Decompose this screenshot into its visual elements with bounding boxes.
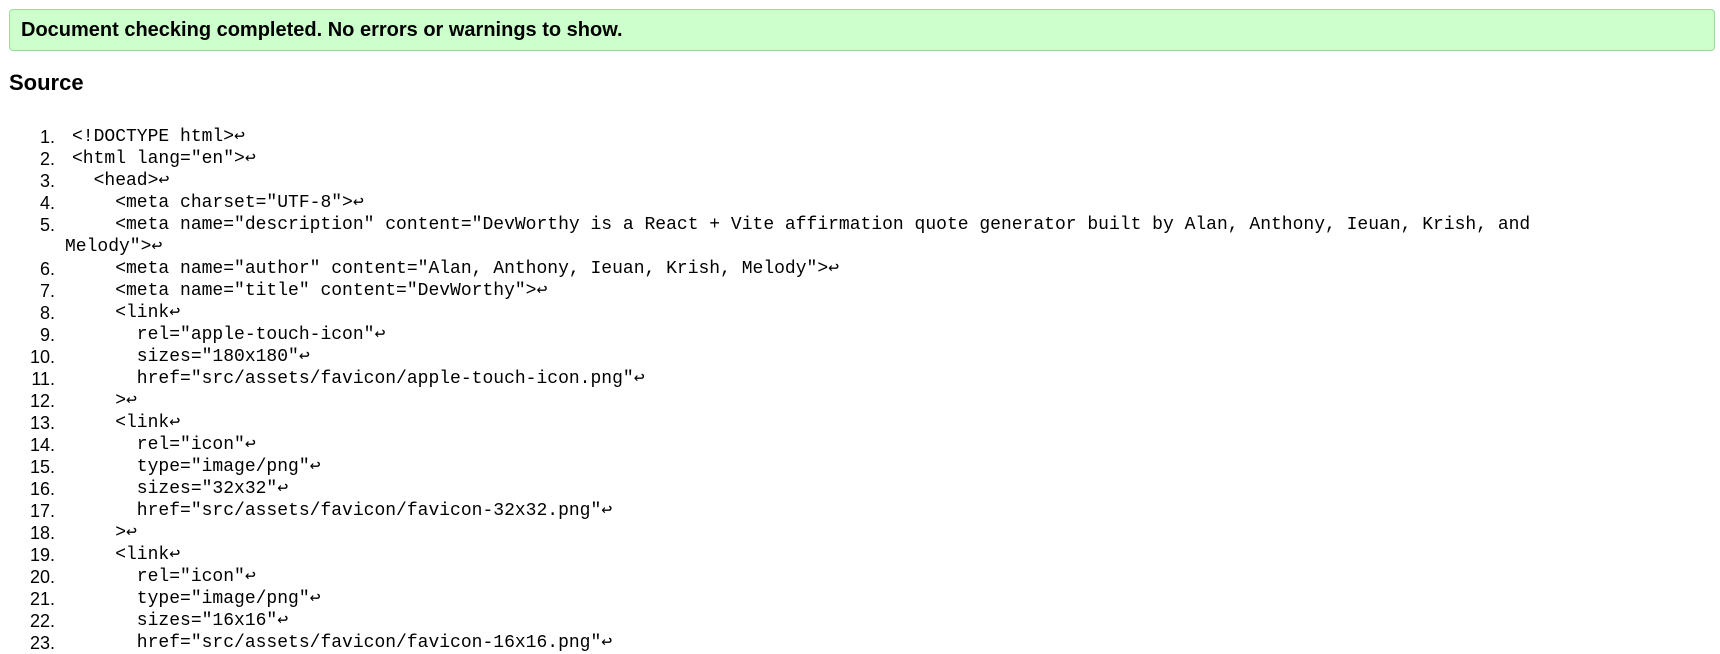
line-number: 10. bbox=[29, 347, 55, 367]
line-number: 1. bbox=[39, 127, 55, 147]
line-code: href="src/assets/favicon/favicon-32x32.p… bbox=[72, 501, 613, 521]
status-message: Document checking completed. No errors o… bbox=[21, 18, 623, 41]
line-number: 9. bbox=[39, 325, 55, 345]
source-line: 15. type="image/png"↩ bbox=[0, 456, 1720, 478]
line-code-continuation: Melody">↩ bbox=[65, 237, 163, 257]
success-banner: Document checking completed. No errors o… bbox=[9, 9, 1715, 51]
line-number: 2. bbox=[39, 149, 55, 169]
line-code: type="image/png"↩ bbox=[72, 589, 321, 609]
line-number: 17. bbox=[29, 501, 55, 521]
source-code-list: 1. <!DOCTYPE html>↩ 2. <html lang="en">↩ 3. … bbox=[0, 126, 1720, 654]
source-line: 21. type="image/png"↩ bbox=[0, 588, 1720, 610]
source-line: 3. <head>↩ bbox=[0, 170, 1720, 192]
line-number: 6. bbox=[39, 259, 55, 279]
line-number: 12. bbox=[29, 391, 55, 411]
source-line: 2. <html lang="en">↩ bbox=[0, 148, 1720, 170]
source-line: 20. rel="icon"↩ bbox=[0, 566, 1720, 588]
line-number: 22. bbox=[29, 611, 55, 631]
line-code: sizes="32x32"↩ bbox=[72, 479, 289, 499]
line-number: 21. bbox=[29, 589, 55, 609]
source-line: 18. >↩ bbox=[0, 522, 1720, 544]
line-number: 20. bbox=[29, 567, 55, 587]
line-code: <meta name="author" content="Alan, Antho… bbox=[72, 259, 839, 279]
line-number: 14. bbox=[29, 435, 55, 455]
source-line: 17. href="src/assets/favicon/favicon-32x… bbox=[0, 500, 1720, 522]
line-number: 4. bbox=[39, 193, 55, 213]
line-number: 8. bbox=[39, 303, 55, 323]
line-code: rel="icon"↩ bbox=[72, 435, 256, 455]
source-line: 1. <!DOCTYPE html>↩ bbox=[0, 126, 1720, 148]
line-code: <meta name="description" content="DevWor… bbox=[72, 215, 1531, 235]
line-code: <meta name="title" content="DevWorthy">↩ bbox=[72, 281, 548, 301]
source-line: 8. <link↩ bbox=[0, 302, 1720, 324]
source-line: 6. <meta name="author" content="Alan, An… bbox=[0, 258, 1720, 280]
line-code: <link↩ bbox=[72, 413, 181, 433]
line-number: 23. bbox=[29, 633, 55, 653]
source-line: 10. sizes="180x180"↩ bbox=[0, 346, 1720, 368]
source-line: 13. <link↩ bbox=[0, 412, 1720, 434]
source-line: 5. <meta name="description" content="Dev… bbox=[0, 214, 1720, 258]
line-number: 13. bbox=[29, 413, 55, 433]
source-line: 12. >↩ bbox=[0, 390, 1720, 412]
line-number: 3. bbox=[39, 171, 55, 191]
line-code: <meta charset="UTF-8">↩ bbox=[72, 193, 364, 213]
source-line: 23. href="src/assets/favicon/favicon-16x… bbox=[0, 632, 1720, 654]
line-number: 5. bbox=[39, 215, 55, 235]
line-code: >↩ bbox=[72, 523, 137, 543]
line-code: <link↩ bbox=[72, 303, 181, 323]
source-line: 9. rel="apple-touch-icon"↩ bbox=[0, 324, 1720, 346]
line-code: >↩ bbox=[72, 391, 137, 411]
source-line: 19. <link↩ bbox=[0, 544, 1720, 566]
line-code: sizes="180x180"↩ bbox=[72, 347, 310, 367]
line-code: rel="icon"↩ bbox=[72, 567, 256, 587]
source-line: 11. href="src/assets/favicon/apple-touch… bbox=[0, 368, 1720, 390]
line-code: <head>↩ bbox=[72, 171, 170, 191]
line-number: 16. bbox=[29, 479, 55, 499]
line-code: <!DOCTYPE html>↩ bbox=[72, 127, 245, 147]
line-number: 18. bbox=[29, 523, 55, 543]
source-heading: Source bbox=[9, 70, 84, 95]
line-code: sizes="16x16"↩ bbox=[72, 611, 289, 631]
source-line: 7. <meta name="title" content="DevWorthy… bbox=[0, 280, 1720, 302]
source-line: 22. sizes="16x16"↩ bbox=[0, 610, 1720, 632]
line-number: 7. bbox=[39, 281, 55, 301]
line-number: 15. bbox=[29, 457, 55, 477]
line-code: href="src/assets/favicon/apple-touch-ico… bbox=[72, 369, 645, 389]
line-number: 11. bbox=[31, 369, 55, 389]
source-line: 16. sizes="32x32"↩ bbox=[0, 478, 1720, 500]
source-line: 14. rel="icon"↩ bbox=[0, 434, 1720, 456]
line-code: <link↩ bbox=[72, 545, 181, 565]
source-line: 4. <meta charset="UTF-8">↩ bbox=[0, 192, 1720, 214]
line-code: type="image/png"↩ bbox=[72, 457, 321, 477]
line-code: href="src/assets/favicon/favicon-16x16.p… bbox=[72, 633, 613, 653]
line-number: 19. bbox=[29, 545, 55, 565]
line-code: <html lang="en">↩ bbox=[72, 149, 256, 169]
line-code: rel="apple-touch-icon"↩ bbox=[72, 325, 386, 345]
